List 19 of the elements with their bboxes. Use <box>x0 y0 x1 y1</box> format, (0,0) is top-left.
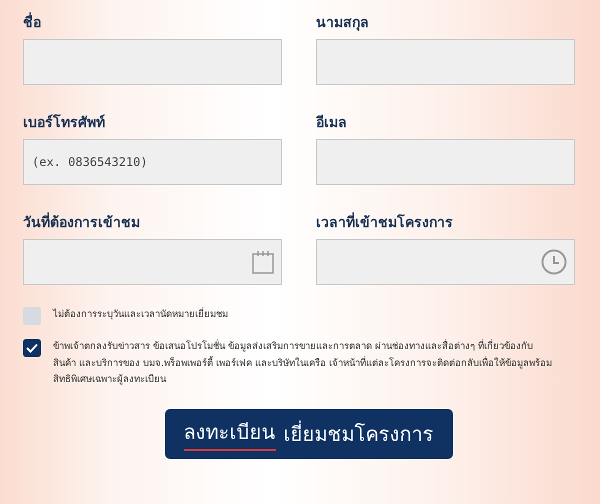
input-field[interactable] <box>316 139 575 185</box>
calendar-icon <box>252 250 274 274</box>
checkbox-label: ข้าพเจ้าตกลงรับข่าวสาร ข้อเสนอโปรโมชั่น ข้อมูลส่งเสริมการขายและการตลาด ผ่านช่องทางและสื่อต่างๆ ที่เกี่ยวข้องกับสินค้า และบริการของ บมจ.พร็อพเพอร์ตี้ เพอร์เฟค และบริษัทในเครือ เจ้าหน้าที่แต่ละโครงการจะติดต่อกลับเพื่อให้ข้อมูลพร้อม สิทธิพิเศษเฉพาะผู้ลงทะเบียน <box>53 339 553 387</box>
input-field[interactable] <box>23 239 282 285</box>
checkbox-label: ไม่ต้องการระบุวันและเวลานัดหมายเยี่ยมชม <box>53 307 228 322</box>
field-label: วันที่ต้องการเข้าชม <box>23 212 282 234</box>
input-field[interactable] <box>316 239 575 285</box>
checkbox[interactable] <box>23 339 41 357</box>
field-label: เวลาที่เข้าชมโครงการ <box>316 212 575 234</box>
input-field[interactable] <box>316 39 575 85</box>
field-label: อีเมล <box>316 114 348 133</box>
field-label: ชื่อ <box>23 12 282 34</box>
field-label: นามสกุล <box>316 14 370 33</box>
register-button[interactable]: ลงทะเบียน เยี่ยมชมโครงการ <box>164 408 452 458</box>
input-field[interactable]: (ex. 0836543210) <box>23 139 282 185</box>
input-field[interactable] <box>23 39 282 85</box>
clock-icon <box>541 249 567 275</box>
field-label: เบอร์โทรศัพท์ <box>23 113 106 133</box>
checkbox[interactable] <box>23 307 41 325</box>
